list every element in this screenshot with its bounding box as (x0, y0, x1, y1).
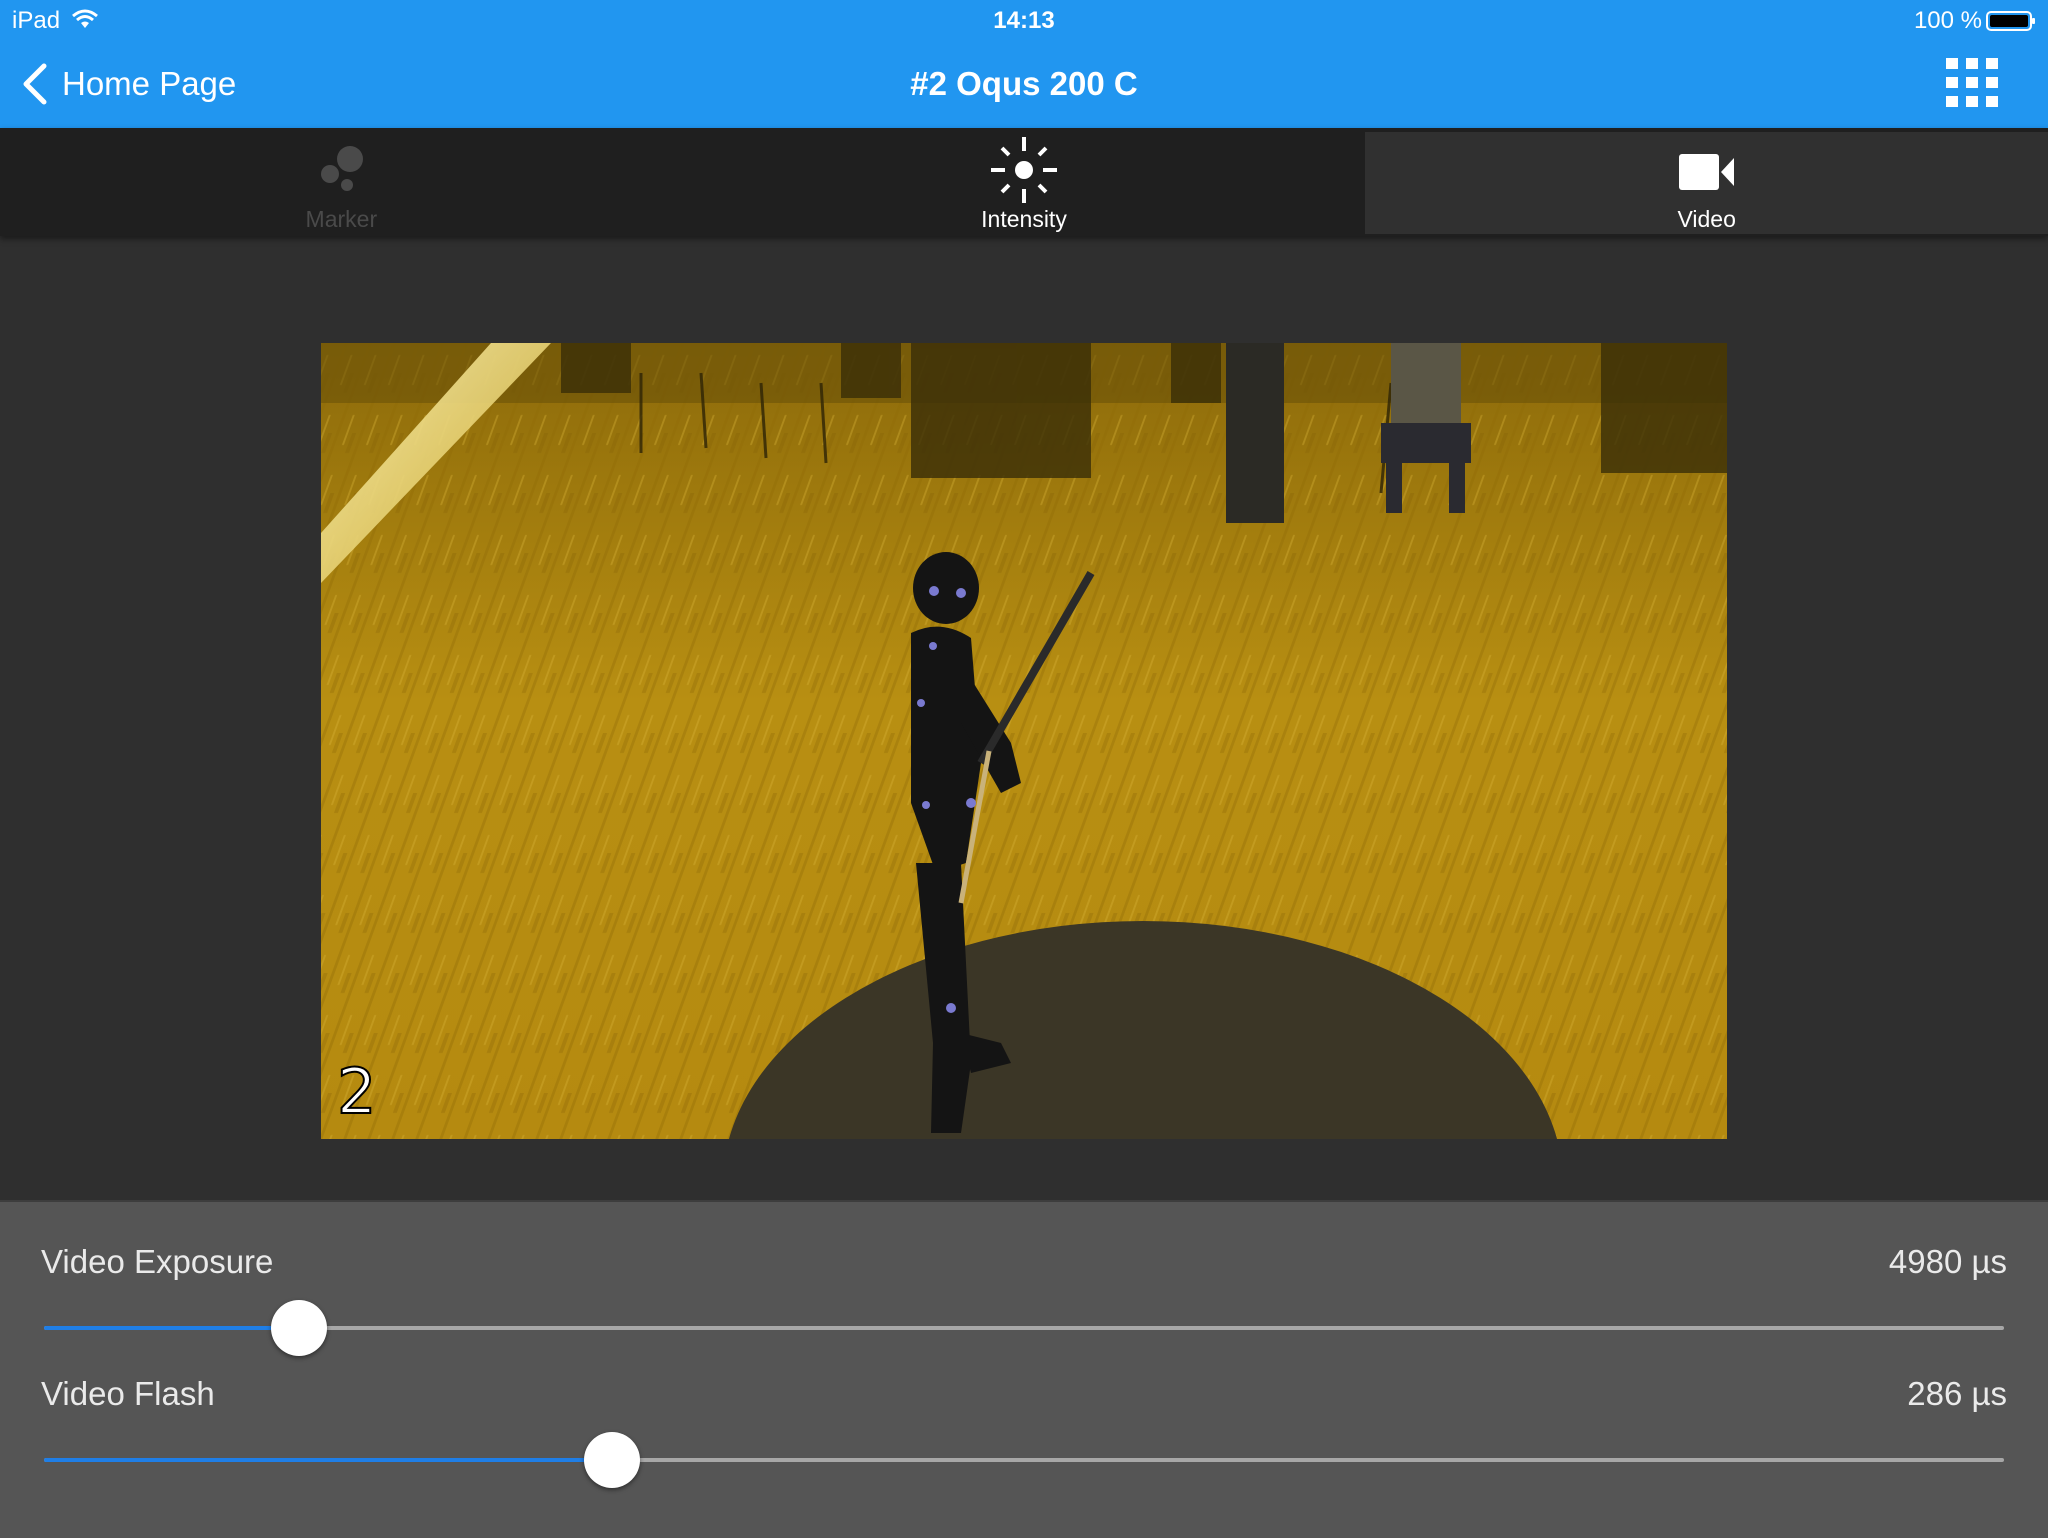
slider-thumb[interactable] (584, 1432, 641, 1488)
video-exposure-slider[interactable] (44, 1300, 2004, 1356)
tab-bar: Marker Intensity Video (0, 128, 2048, 236)
status-battery-percent: 100 % (1913, 7, 1982, 34)
video-exposure-label: Video Exposure (41, 1243, 274, 1280)
tab-intensity[interactable]: Intensity (683, 128, 1366, 236)
video-settings-panel: Video Exposure 4980 µs Video Flash 286 µ… (0, 1200, 2048, 1538)
marker-dots-icon (311, 140, 371, 200)
camera-video-feed: 2 (321, 343, 1727, 1139)
video-flash-value: 286 µs (1907, 1375, 2007, 1412)
video-flash-slider[interactable] (44, 1432, 2004, 1488)
status-time: 14:13 (993, 7, 1055, 34)
sun-icon (989, 137, 1059, 203)
navigation-bar: iPad 14:13 100 % Home Page #2 Oqus 200 C (0, 0, 2048, 128)
tab-marker-label: Marker (305, 206, 378, 232)
slider-thumb[interactable] (270, 1300, 327, 1356)
battery-icon (1986, 11, 2035, 31)
grid-menu-icon[interactable] (1946, 58, 1998, 108)
page-title: #2 Oqus 200 C (910, 65, 1138, 102)
tab-video[interactable]: Video (1365, 132, 2048, 234)
video-exposure-value: 4980 µs (1888, 1243, 2007, 1280)
slider-fill (44, 1458, 613, 1462)
camera-number-overlay: 2 (336, 1055, 377, 1128)
slider-track (44, 1326, 2004, 1330)
slider-fill (44, 1326, 299, 1330)
video-flash-label: Video Flash (41, 1375, 215, 1412)
video-camera-icon (1677, 144, 1737, 200)
tab-video-label: Video (1677, 206, 1736, 232)
video-scene-image (321, 343, 1727, 1139)
tab-marker[interactable]: Marker (0, 128, 683, 236)
tab-intensity-label: Intensity (981, 206, 1067, 232)
